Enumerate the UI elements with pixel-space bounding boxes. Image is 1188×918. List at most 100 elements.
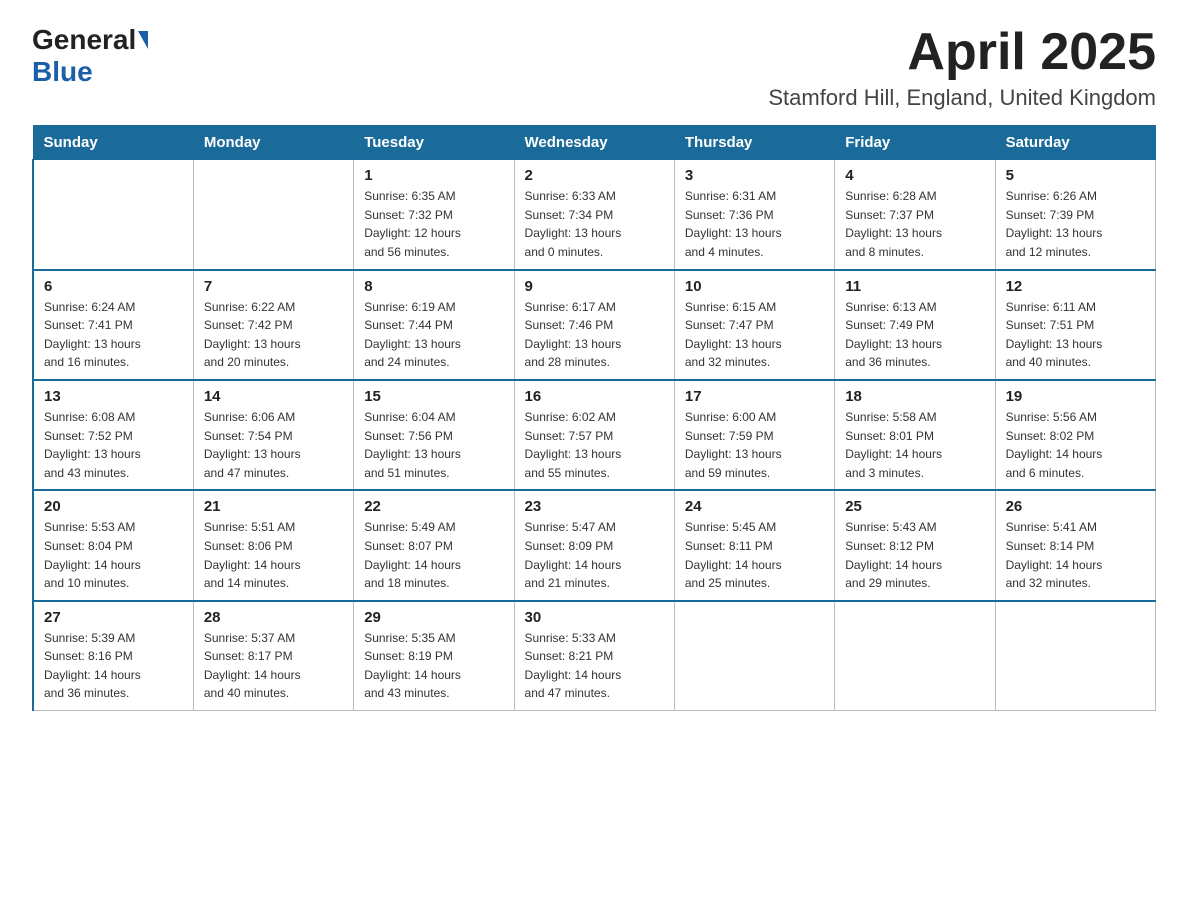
day-info: Sunrise: 6:04 AM Sunset: 7:56 PM Dayligh… (364, 408, 503, 482)
calendar-header-row: SundayMondayTuesdayWednesdayThursdayFrid… (33, 126, 1156, 160)
day-number: 16 (525, 388, 664, 405)
calendar-cell: 2 Sunrise: 6:33 AM Sunset: 7:34 PM Daylig… (514, 160, 674, 270)
day-info: Sunrise: 6:26 AM Sunset: 7:39 PM Dayligh… (1006, 187, 1145, 261)
day-number: 9 (525, 278, 664, 295)
logo-blue-text: Blue (32, 56, 93, 88)
calendar-cell: 7 Sunrise: 6:22 AM Sunset: 7:42 PM Daylig… (193, 270, 353, 380)
day-number: 5 (1006, 167, 1145, 184)
day-info: Sunrise: 6:28 AM Sunset: 7:37 PM Dayligh… (845, 187, 984, 261)
day-info: Sunrise: 5:49 AM Sunset: 8:07 PM Dayligh… (364, 518, 503, 592)
day-number: 22 (364, 498, 503, 515)
day-info: Sunrise: 5:41 AM Sunset: 8:14 PM Dayligh… (1006, 518, 1145, 592)
day-number: 10 (685, 278, 824, 295)
calendar-header-monday: Monday (193, 126, 353, 160)
day-info: Sunrise: 5:56 AM Sunset: 8:02 PM Dayligh… (1006, 408, 1145, 482)
day-info: Sunrise: 6:00 AM Sunset: 7:59 PM Dayligh… (685, 408, 824, 482)
page-header: General Blue April 2025 Stamford Hill, E… (32, 24, 1156, 111)
calendar-cell: 19 Sunrise: 5:56 AM Sunset: 8:02 PM Dayli… (995, 380, 1155, 490)
calendar-cell: 5 Sunrise: 6:26 AM Sunset: 7:39 PM Daylig… (995, 160, 1155, 270)
calendar-header-friday: Friday (835, 126, 995, 160)
calendar-header-thursday: Thursday (674, 126, 834, 160)
calendar-cell: 24 Sunrise: 5:45 AM Sunset: 8:11 PM Dayli… (674, 490, 834, 600)
day-info: Sunrise: 5:47 AM Sunset: 8:09 PM Dayligh… (525, 518, 664, 592)
day-number: 20 (44, 498, 183, 515)
day-number: 12 (1006, 278, 1145, 295)
logo-triangle-icon (138, 31, 148, 49)
day-number: 26 (1006, 498, 1145, 515)
day-number: 15 (364, 388, 503, 405)
calendar-cell (835, 601, 995, 711)
day-info: Sunrise: 5:45 AM Sunset: 8:11 PM Dayligh… (685, 518, 824, 592)
calendar-table: SundayMondayTuesdayWednesdayThursdayFrid… (32, 125, 1156, 711)
day-info: Sunrise: 6:22 AM Sunset: 7:42 PM Dayligh… (204, 298, 343, 372)
calendar-cell (193, 160, 353, 270)
day-number: 13 (44, 388, 183, 405)
day-number: 3 (685, 167, 824, 184)
calendar-header-wednesday: Wednesday (514, 126, 674, 160)
day-info: Sunrise: 5:58 AM Sunset: 8:01 PM Dayligh… (845, 408, 984, 482)
calendar-cell: 13 Sunrise: 6:08 AM Sunset: 7:52 PM Dayli… (33, 380, 193, 490)
day-number: 25 (845, 498, 984, 515)
calendar-cell: 3 Sunrise: 6:31 AM Sunset: 7:36 PM Daylig… (674, 160, 834, 270)
day-info: Sunrise: 6:19 AM Sunset: 7:44 PM Dayligh… (364, 298, 503, 372)
calendar-cell: 11 Sunrise: 6:13 AM Sunset: 7:49 PM Dayli… (835, 270, 995, 380)
day-info: Sunrise: 6:33 AM Sunset: 7:34 PM Dayligh… (525, 187, 664, 261)
calendar-cell (33, 160, 193, 270)
month-title: April 2025 (768, 24, 1156, 81)
day-info: Sunrise: 6:31 AM Sunset: 7:36 PM Dayligh… (685, 187, 824, 261)
day-number: 6 (44, 278, 183, 295)
day-info: Sunrise: 6:15 AM Sunset: 7:47 PM Dayligh… (685, 298, 824, 372)
calendar-cell (674, 601, 834, 711)
day-number: 29 (364, 609, 503, 626)
day-info: Sunrise: 6:08 AM Sunset: 7:52 PM Dayligh… (44, 408, 183, 482)
day-info: Sunrise: 6:11 AM Sunset: 7:51 PM Dayligh… (1006, 298, 1145, 372)
location-subtitle: Stamford Hill, England, United Kingdom (768, 85, 1156, 111)
calendar-cell: 29 Sunrise: 5:35 AM Sunset: 8:19 PM Dayli… (354, 601, 514, 711)
calendar-cell: 6 Sunrise: 6:24 AM Sunset: 7:41 PM Daylig… (33, 270, 193, 380)
day-info: Sunrise: 5:33 AM Sunset: 8:21 PM Dayligh… (525, 629, 664, 703)
day-number: 11 (845, 278, 984, 295)
day-info: Sunrise: 5:35 AM Sunset: 8:19 PM Dayligh… (364, 629, 503, 703)
calendar-cell: 8Sunrise: 6:19 AM Sunset: 7:44 PM Daylig… (354, 270, 514, 380)
day-info: Sunrise: 6:17 AM Sunset: 7:46 PM Dayligh… (525, 298, 664, 372)
calendar-week-row: 13 Sunrise: 6:08 AM Sunset: 7:52 PM Dayli… (33, 380, 1156, 490)
calendar-header-sunday: Sunday (33, 126, 193, 160)
calendar-cell: 17Sunrise: 6:00 AM Sunset: 7:59 PM Dayli… (674, 380, 834, 490)
calendar-cell: 9 Sunrise: 6:17 AM Sunset: 7:46 PM Daylig… (514, 270, 674, 380)
day-number: 28 (204, 609, 343, 626)
calendar-cell: 28Sunrise: 5:37 AM Sunset: 8:17 PM Dayli… (193, 601, 353, 711)
day-number: 14 (204, 388, 343, 405)
day-info: Sunrise: 5:39 AM Sunset: 8:16 PM Dayligh… (44, 629, 183, 703)
day-info: Sunrise: 6:06 AM Sunset: 7:54 PM Dayligh… (204, 408, 343, 482)
day-number: 23 (525, 498, 664, 515)
day-number: 7 (204, 278, 343, 295)
day-number: 2 (525, 167, 664, 184)
day-number: 1 (364, 167, 503, 184)
logo: General Blue (32, 24, 149, 88)
calendar-cell: 1 Sunrise: 6:35 AM Sunset: 7:32 PM Daylig… (354, 160, 514, 270)
day-info: Sunrise: 5:53 AM Sunset: 8:04 PM Dayligh… (44, 518, 183, 592)
calendar-cell: 20 Sunrise: 5:53 AM Sunset: 8:04 PM Dayli… (33, 490, 193, 600)
day-info: Sunrise: 5:43 AM Sunset: 8:12 PM Dayligh… (845, 518, 984, 592)
calendar-cell: 12 Sunrise: 6:11 AM Sunset: 7:51 PM Dayli… (995, 270, 1155, 380)
calendar-cell: 30Sunrise: 5:33 AM Sunset: 8:21 PM Dayli… (514, 601, 674, 711)
day-number: 24 (685, 498, 824, 515)
calendar-header-tuesday: Tuesday (354, 126, 514, 160)
day-number: 27 (44, 609, 183, 626)
day-info: Sunrise: 5:51 AM Sunset: 8:06 PM Dayligh… (204, 518, 343, 592)
day-number: 19 (1006, 388, 1145, 405)
calendar-cell (995, 601, 1155, 711)
day-number: 21 (204, 498, 343, 515)
calendar-cell: 27 Sunrise: 5:39 AM Sunset: 8:16 PM Dayli… (33, 601, 193, 711)
title-block: April 2025 Stamford Hill, England, Unite… (768, 24, 1156, 111)
calendar-cell: 4Sunrise: 6:28 AM Sunset: 7:37 PM Daylig… (835, 160, 995, 270)
calendar-week-row: 1 Sunrise: 6:35 AM Sunset: 7:32 PM Daylig… (33, 160, 1156, 270)
calendar-cell: 15 Sunrise: 6:04 AM Sunset: 7:56 PM Dayli… (354, 380, 514, 490)
day-info: Sunrise: 6:24 AM Sunset: 7:41 PM Dayligh… (44, 298, 183, 372)
day-info: Sunrise: 6:13 AM Sunset: 7:49 PM Dayligh… (845, 298, 984, 372)
day-info: Sunrise: 6:35 AM Sunset: 7:32 PM Dayligh… (364, 187, 503, 261)
calendar-cell: 25 Sunrise: 5:43 AM Sunset: 8:12 PM Dayli… (835, 490, 995, 600)
calendar-cell: 14 Sunrise: 6:06 AM Sunset: 7:54 PM Dayli… (193, 380, 353, 490)
calendar-cell: 21 Sunrise: 5:51 AM Sunset: 8:06 PM Dayli… (193, 490, 353, 600)
calendar-week-row: 20 Sunrise: 5:53 AM Sunset: 8:04 PM Dayli… (33, 490, 1156, 600)
